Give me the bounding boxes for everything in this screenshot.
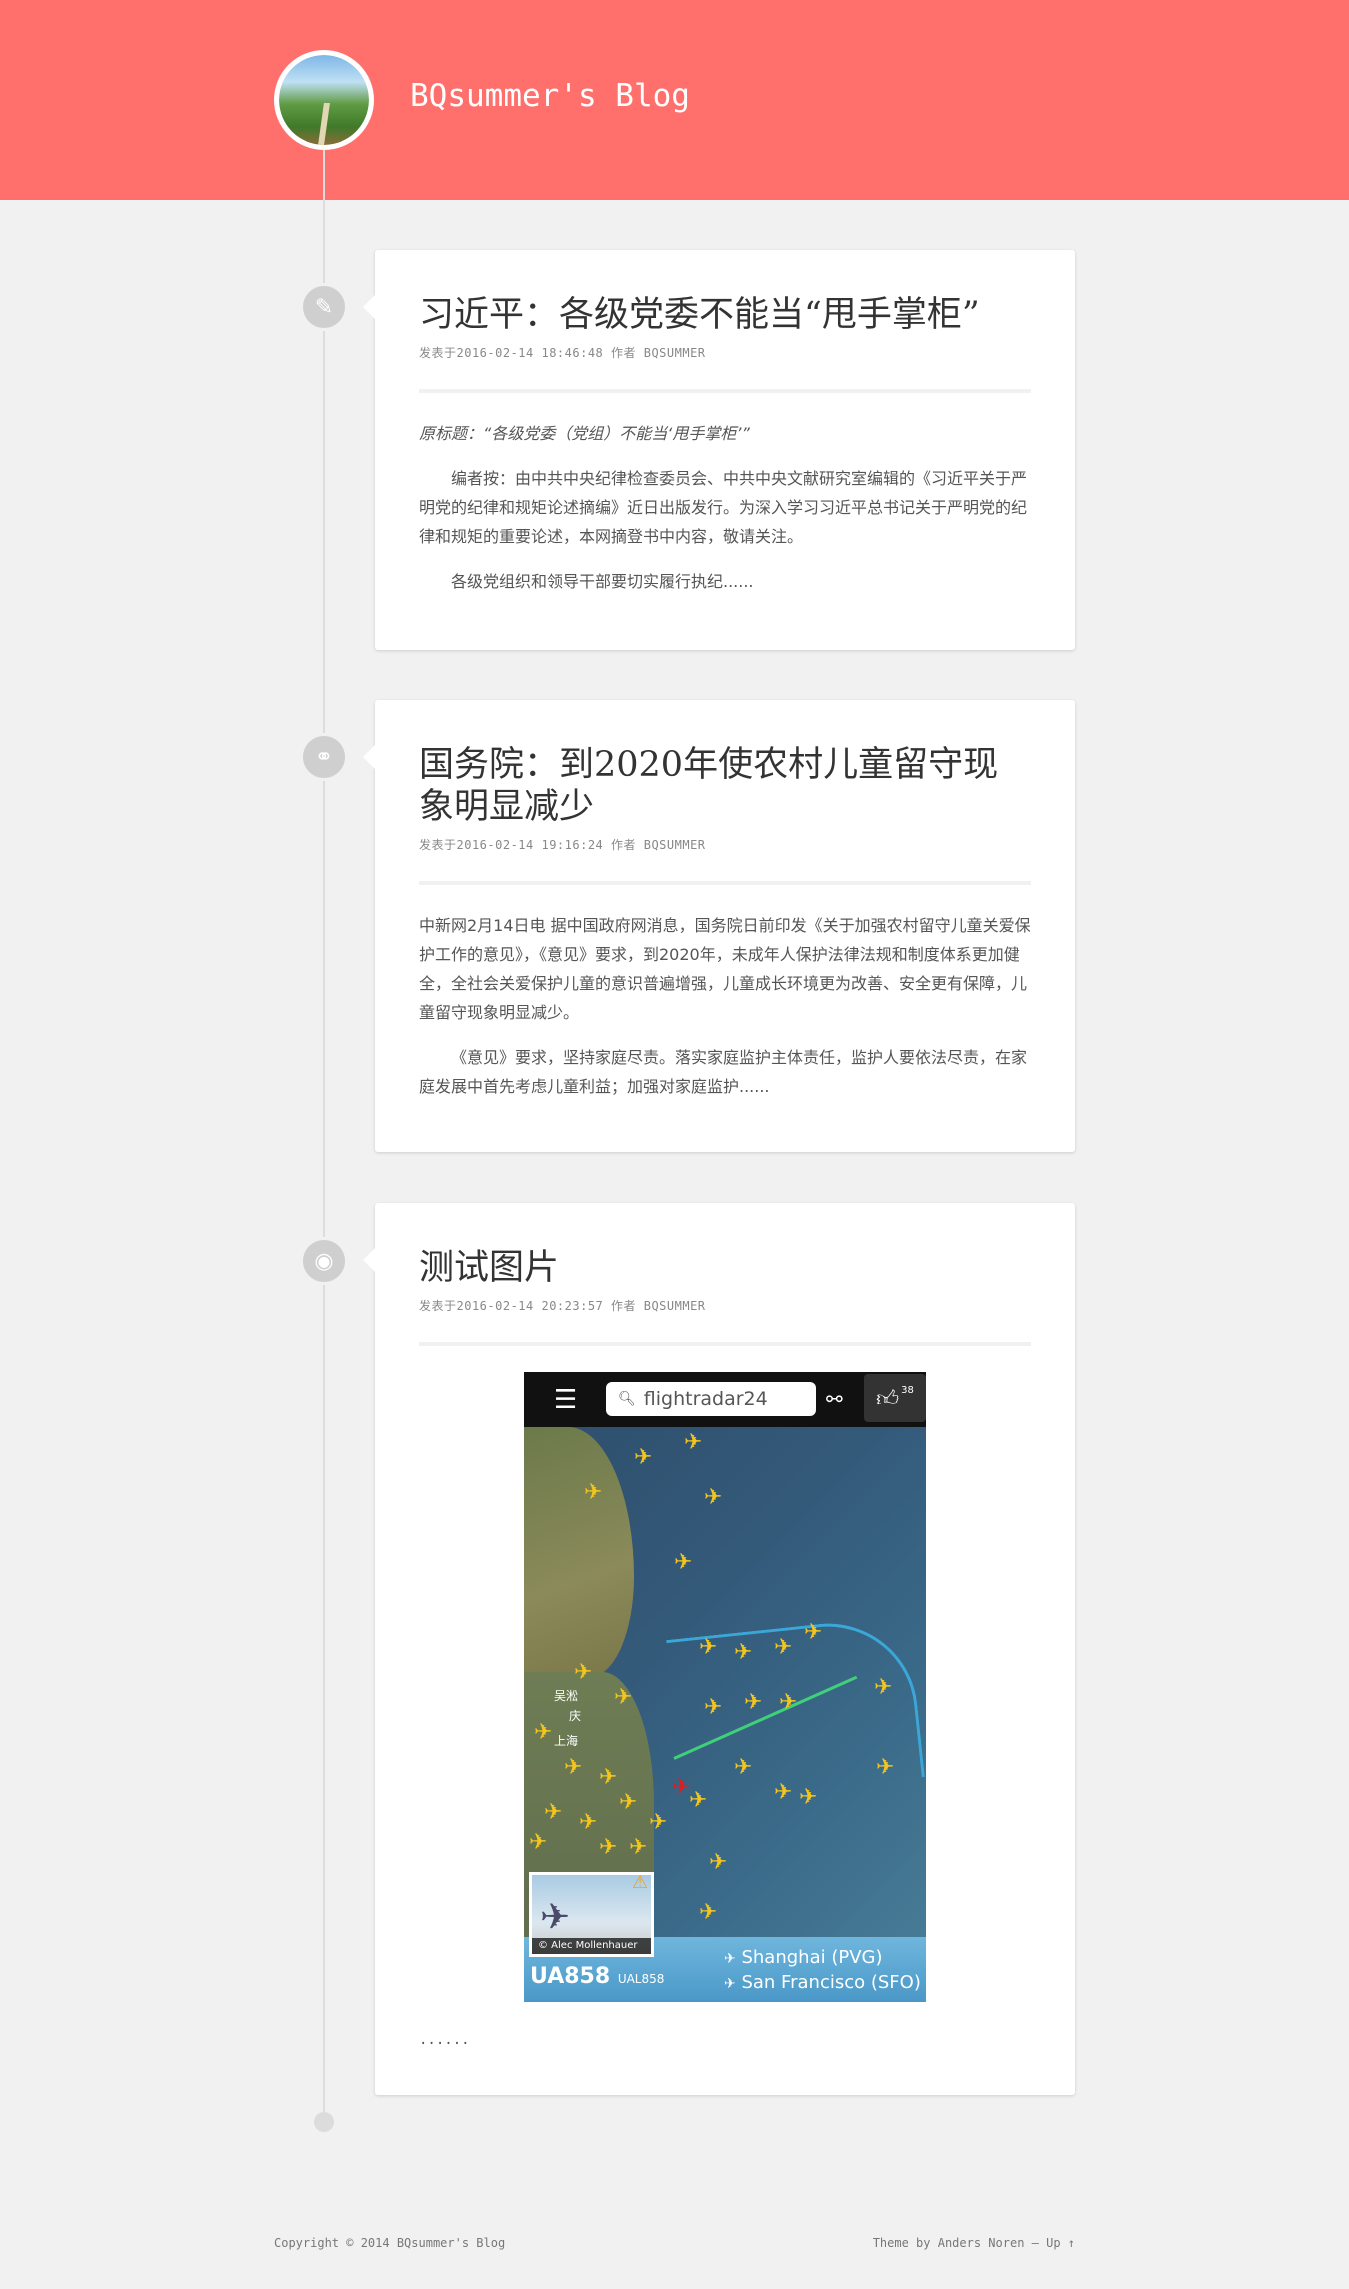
app-toolbar: ☰ 🔍︎ flightradar24 ⚯ 👍︎ 38 xyxy=(524,1372,926,1427)
search-icon: 🔍︎ xyxy=(618,1391,636,1407)
aircraft-icon: ✈ xyxy=(540,1897,571,1938)
footer-copyright: Copyright © 2014 BQsummer's Blog xyxy=(274,2236,506,2250)
plane-icon: ✈ xyxy=(704,1485,723,1510)
plane-icon: ✈ xyxy=(629,1835,648,1860)
plane-icon: ✈ xyxy=(699,1635,718,1660)
post-divider xyxy=(419,1342,1031,1346)
site-avatar[interactable] xyxy=(274,50,374,150)
plane-icon: ✈ xyxy=(529,1830,548,1855)
plane-icon: ✈ xyxy=(704,1695,723,1720)
plane-icon: ✈ xyxy=(774,1635,793,1660)
post-paragraph: 编者按：由中共中央纪律检查委员会、中共中央文献研究室编辑的《习近平关于严明党的纪… xyxy=(419,469,1028,546)
plane-icon: ✈ xyxy=(614,1685,633,1710)
plane-icon: ✈ xyxy=(774,1780,793,1805)
post-paragraph: 《意见》要求，坚持家庭尽责。落实家庭监护主体责任，监护人要依法尽责，在家庭发展中… xyxy=(419,1048,1028,1096)
plane-icon: ✈ xyxy=(599,1765,618,1790)
flight-origin: ✈ Shanghai (PVG) xyxy=(724,1947,883,1968)
city-label: 庆 xyxy=(569,1709,582,1723)
warning-icon: ⚠ xyxy=(632,1872,649,1893)
plane-icon: ✈ xyxy=(744,1690,763,1715)
plane-icon: ✈ xyxy=(799,1785,818,1810)
plane-icon: ✈ xyxy=(779,1690,798,1715)
plane-icon: ✈ xyxy=(649,1810,668,1835)
post-card: 习近平：各级党委不能当“甩手掌柜” 发表于2016-02-14 18:46:48… xyxy=(363,250,1075,650)
post-paragraph: 原标题：“各级党委（党组）不能当‘甩手掌柜’” xyxy=(419,424,750,443)
plane-icon: ✈ xyxy=(804,1620,823,1645)
post-body: 中新网2月14日电 据中国政府网消息，国务院日前印发《关于加强农村留守儿童关爱保… xyxy=(419,911,1031,1101)
post-body: 原标题：“各级党委（党组）不能当‘甩手掌柜’” 编者按：由中共中央纪律检查委员会… xyxy=(419,419,1031,596)
post-card: 国务院：到2020年使农村儿童留守现象明显减少 发表于2016-02-14 19… xyxy=(363,700,1075,1152)
plane-icon: ✈ xyxy=(619,1790,638,1815)
post-title[interactable]: 国务院：到2020年使农村儿童留守现象明显减少 xyxy=(419,744,1031,828)
link-icon: ⚭ xyxy=(300,733,348,781)
menu-icon[interactable]: ☰ xyxy=(554,1387,586,1413)
plane-icon: ✈ xyxy=(674,1550,693,1575)
search-input[interactable]: 🔍︎ flightradar24 xyxy=(606,1382,816,1416)
plane-icon: ✈ xyxy=(734,1640,753,1665)
post-card: 测试图片 发表于2016-02-14 20:23:57 作者 BQSUMMER … xyxy=(363,1203,1075,2095)
map-land xyxy=(524,1427,634,1677)
plane-icon: ✈ xyxy=(564,1755,583,1780)
plane-icon: ✈ xyxy=(734,1755,753,1780)
post-divider xyxy=(419,881,1031,885)
thumbs-up-icon: 👍︎ xyxy=(876,1386,900,1412)
post-meta: 发表于2016-02-14 19:16:24 作者 BQSUMMER xyxy=(419,838,706,852)
post-excerpt: ...... xyxy=(419,2032,470,2048)
post-meta: 发表于2016-02-14 20:23:57 作者 BQSUMMER xyxy=(419,1299,706,1313)
plane-icon: ✈ xyxy=(634,1445,653,1470)
like-count: 38 xyxy=(901,1384,914,1396)
city-label: 上海 xyxy=(554,1734,579,1748)
plane-icon: ✈ xyxy=(684,1430,703,1455)
pencil-icon: ✎ xyxy=(300,283,348,331)
selected-plane-icon[interactable]: ✈ xyxy=(672,1777,690,1799)
timeline-line xyxy=(323,150,325,2122)
post-divider xyxy=(419,389,1031,393)
photo-credit: © Alec Mollenhauer xyxy=(532,1938,651,1954)
city-label: 吴淞 xyxy=(554,1689,579,1703)
binoculars-icon[interactable]: ⚯ xyxy=(826,1387,843,1411)
post-title[interactable]: 习近平：各级党委不能当“甩手掌柜” xyxy=(419,294,1031,336)
like-button[interactable]: 👍︎ 38 xyxy=(864,1374,926,1422)
post-paragraph: 中新网2月14日电 据中国政府网消息，国务院日前印发《关于加强农村留守儿童关爱保… xyxy=(419,916,1031,1022)
plane-icon: ✈ xyxy=(876,1755,895,1780)
plane-icon: ✈ xyxy=(599,1835,618,1860)
post-title[interactable]: 测试图片 xyxy=(419,1247,1031,1289)
plane-icon: ✈ xyxy=(874,1675,893,1700)
plane-icon: ✈ xyxy=(689,1788,708,1813)
post-paragraph: 各级党组织和领导干部要切实履行执纪...... xyxy=(451,572,754,591)
timeline-end-dot xyxy=(314,2112,334,2132)
plane-icon: ✈ xyxy=(534,1720,553,1745)
plane-icon: ✈ xyxy=(544,1800,563,1825)
post-meta: 发表于2016-02-14 18:46:48 作者 BQSUMMER xyxy=(419,346,706,360)
avatar-image xyxy=(279,55,369,145)
camera-icon: ◉ xyxy=(300,1237,348,1285)
plane-icon: ✈ xyxy=(699,1900,718,1925)
plane-icon: ✈ xyxy=(709,1850,728,1875)
footer-theme-credit[interactable]: Theme by Anders Noren — Up ↑ xyxy=(873,2236,1075,2250)
flight-code: UA858 UAL858 xyxy=(530,1964,665,1989)
plane-icon: ✈ xyxy=(579,1810,598,1835)
search-text: flightradar24 xyxy=(643,1388,768,1410)
site-title[interactable]: BQsummer's Blog xyxy=(410,78,690,114)
departure-icon: ✈ xyxy=(724,1951,736,1967)
arrival-icon: ✈ xyxy=(724,1976,736,1992)
post-image[interactable]: ✈ ✈ ✈ ✈ ✈ ✈ ✈ ✈ ✈ ✈ ✈ ✈ ✈ ✈ ✈ ✈ ✈ ✈ ✈ ✈ … xyxy=(524,1372,926,2002)
plane-icon: ✈ xyxy=(584,1480,603,1505)
site-header: BQsummer's Blog xyxy=(0,0,1349,200)
flight-destination: ✈ San Francisco (SFO) xyxy=(724,1972,921,1993)
plane-icon: ✈ xyxy=(574,1660,593,1685)
